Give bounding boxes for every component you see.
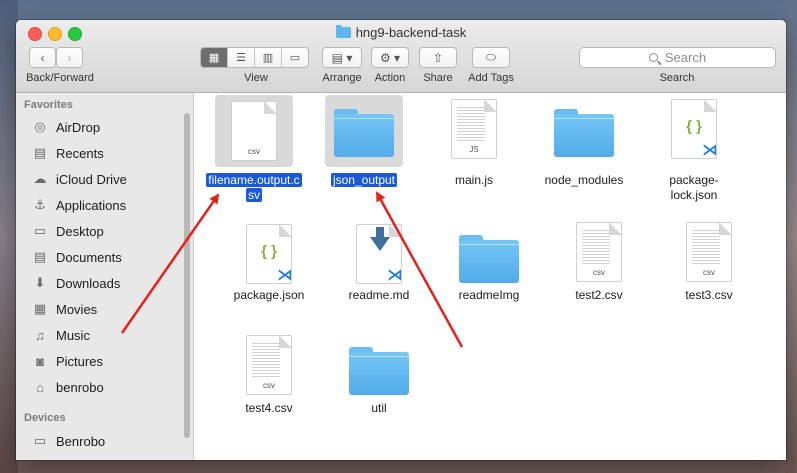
annotation-arrow-json-output [375, 191, 464, 348]
annotation-arrow-filename-output [120, 193, 220, 334]
annotation-arrows [120, 191, 464, 348]
